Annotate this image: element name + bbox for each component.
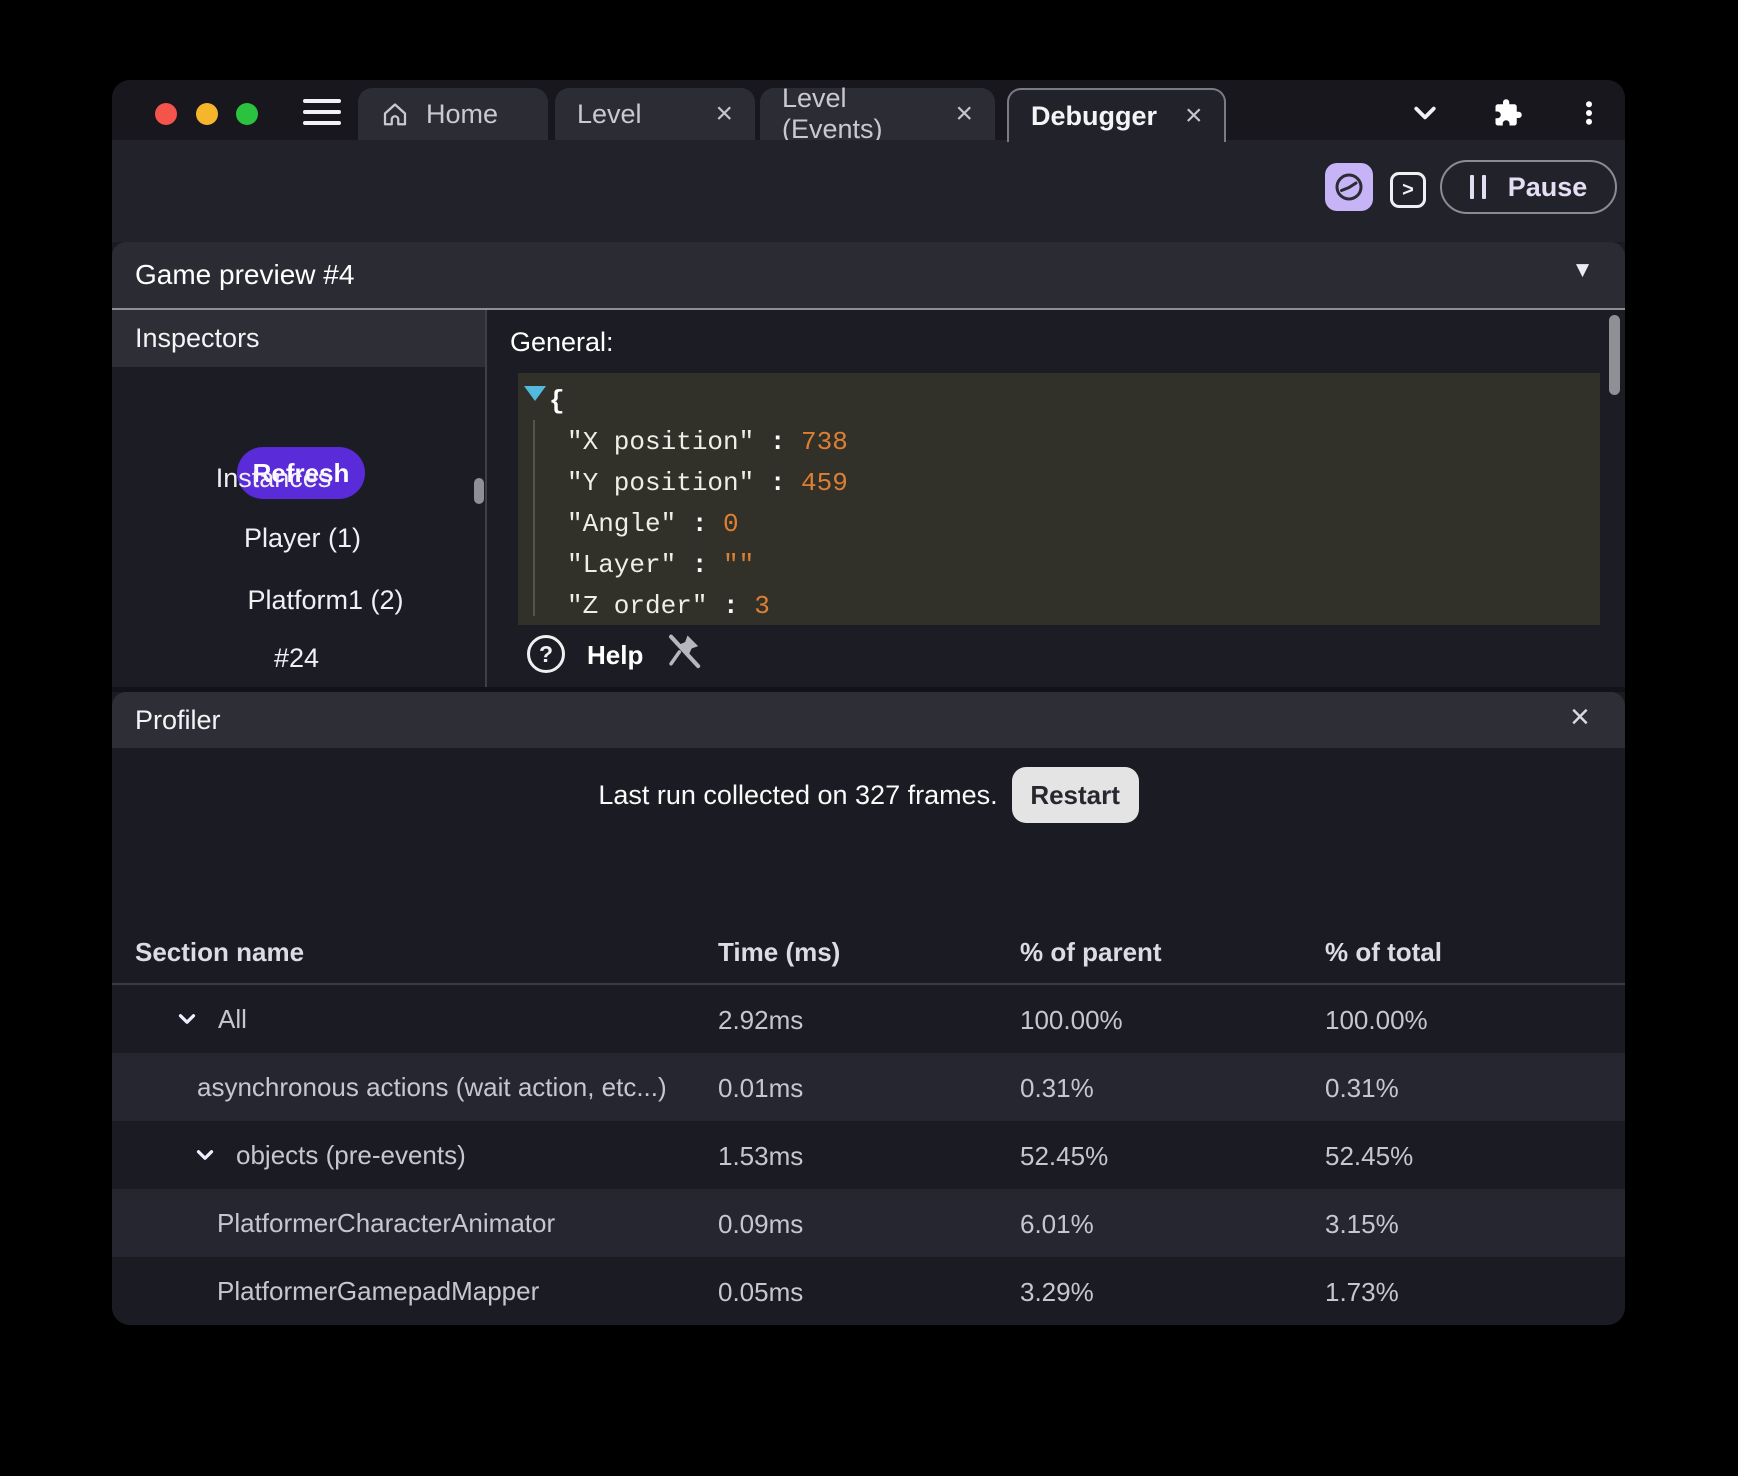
traffic-light-minimize-icon[interactable] [196, 103, 218, 125]
json-expand-triangle-icon[interactable] [524, 386, 546, 401]
tree-item-player[interactable]: Player (1) [116, 523, 489, 553]
row-collapse-chevron-icon[interactable] [192, 1142, 218, 1168]
json-value: "" [723, 549, 755, 580]
row-collapse-chevron-icon[interactable] [174, 1006, 200, 1032]
collapse-caret-icon[interactable]: ▼ [1576, 260, 1589, 280]
table-row[interactable]: PlatformerGamepadMapper 0.05ms 3.29% 1.7… [112, 1257, 1625, 1325]
table-row[interactable]: asynchronous actions (wait action, etc..… [112, 1053, 1625, 1121]
json-open-brace: { [549, 385, 565, 416]
json-entry-y-position: "Y position" : 459 [567, 467, 848, 498]
tree-item-instance-24[interactable]: #24 [112, 643, 483, 673]
column-header-section: Section name [135, 937, 305, 967]
traffic-light-close-icon[interactable] [155, 103, 177, 125]
json-entry-x-position: "X position" : 738 [567, 426, 848, 457]
profiler-title: Profiler [135, 705, 221, 735]
traffic-light-zoom-icon[interactable] [236, 103, 258, 125]
tree-item-platform1[interactable]: Platform1 (2) [139, 585, 512, 615]
pause-icon [1469, 175, 1486, 199]
tree-item-instances[interactable]: Instances [112, 463, 460, 493]
table-row[interactable]: objects (pre-events) 1.53ms 52.45% 52.45… [112, 1121, 1625, 1189]
tab-close-icon[interactable]: × [955, 99, 973, 129]
json-value: 0 [723, 508, 739, 539]
tab-label: Level (Events) [782, 83, 883, 144]
column-header-parent: % of parent [1020, 937, 1162, 967]
home-icon [383, 103, 407, 126]
tab-home[interactable]: Home [358, 88, 548, 140]
json-entry-layer: "Layer" : "" [567, 549, 755, 580]
general-title: General: [510, 327, 614, 357]
json-value: 738 [801, 426, 848, 457]
json-entry-angle: "Angle" : 0 [567, 508, 739, 539]
help-link[interactable]: Help [587, 640, 643, 671]
speedometer-icon [1335, 173, 1363, 201]
inspectors-header: Inspectors [112, 310, 485, 367]
tab-close-icon[interactable]: × [1185, 101, 1203, 131]
inspectors-panel: Refresh Instances Player (1) Platform1 (… [112, 367, 485, 687]
profiler-gauge-button[interactable] [1325, 163, 1373, 211]
profiler-status-text: Last run collected on 327 frames. [598, 779, 998, 810]
inspectors-scrollbar[interactable] [474, 478, 484, 504]
pause-label: Pause [1507, 171, 1588, 202]
json-value: 459 [801, 467, 848, 498]
tab-level-events[interactable]: Level (Events) × [760, 83, 995, 144]
inspectors-title: Inspectors [135, 323, 260, 353]
help-icon[interactable]: ? [527, 635, 565, 673]
more-vertical-dots-icon[interactable] [1574, 98, 1604, 128]
column-header-time: Time (ms) [718, 937, 841, 967]
json-viewer: { "X position" : 738 "Y position" : 459 … [518, 373, 1600, 625]
tab-label: Home [426, 98, 499, 129]
unpin-icon[interactable] [664, 630, 704, 674]
tab-level[interactable]: Level × [555, 88, 755, 140]
tab-debugger[interactable]: Debugger × [1007, 88, 1226, 142]
profiler-header: Profiler × [112, 692, 1625, 748]
tab-close-icon[interactable]: × [715, 99, 733, 129]
tab-label: Level [577, 98, 642, 129]
column-header-total: % of total [1325, 937, 1442, 967]
general-scrollbar[interactable] [1609, 315, 1620, 395]
profiler-close-icon[interactable]: × [1570, 698, 1590, 737]
console-button[interactable]: > [1390, 172, 1426, 208]
json-entry-z-order: "Z order" : 3 [567, 590, 770, 621]
chevron-down-icon[interactable] [1410, 98, 1440, 128]
menu-hamburger-icon[interactable] [303, 99, 341, 127]
pause-button[interactable]: Pause [1440, 160, 1617, 214]
debugger-window: Home Level × Level (Events) × Debugger × [112, 80, 1625, 1325]
game-preview-header[interactable]: Game preview #4 ▼ [112, 242, 1625, 308]
general-pane: General: { "X position" : 738 "Y positio… [487, 310, 1625, 687]
console-icon: > [1402, 178, 1414, 201]
table-row[interactable]: PlatformerCharacterAnimator 0.09ms 6.01%… [112, 1189, 1625, 1257]
profiler-panel: Last run collected on 327 frames. Restar… [112, 748, 1625, 1325]
extensions-puzzle-icon[interactable] [1493, 98, 1523, 128]
restart-button[interactable]: Restart [1011, 767, 1139, 823]
indent-guide [533, 420, 535, 616]
json-value: 3 [754, 590, 770, 621]
debugger-toolbar: > Pause [112, 140, 1625, 242]
table-row[interactable]: All 2.92ms 100.00% 100.00% [112, 985, 1625, 1053]
tab-bar: Home Level × Level (Events) × Debugger × [112, 80, 1625, 144]
game-preview-title: Game preview #4 [135, 259, 355, 290]
tab-label: Debugger [1031, 100, 1158, 131]
